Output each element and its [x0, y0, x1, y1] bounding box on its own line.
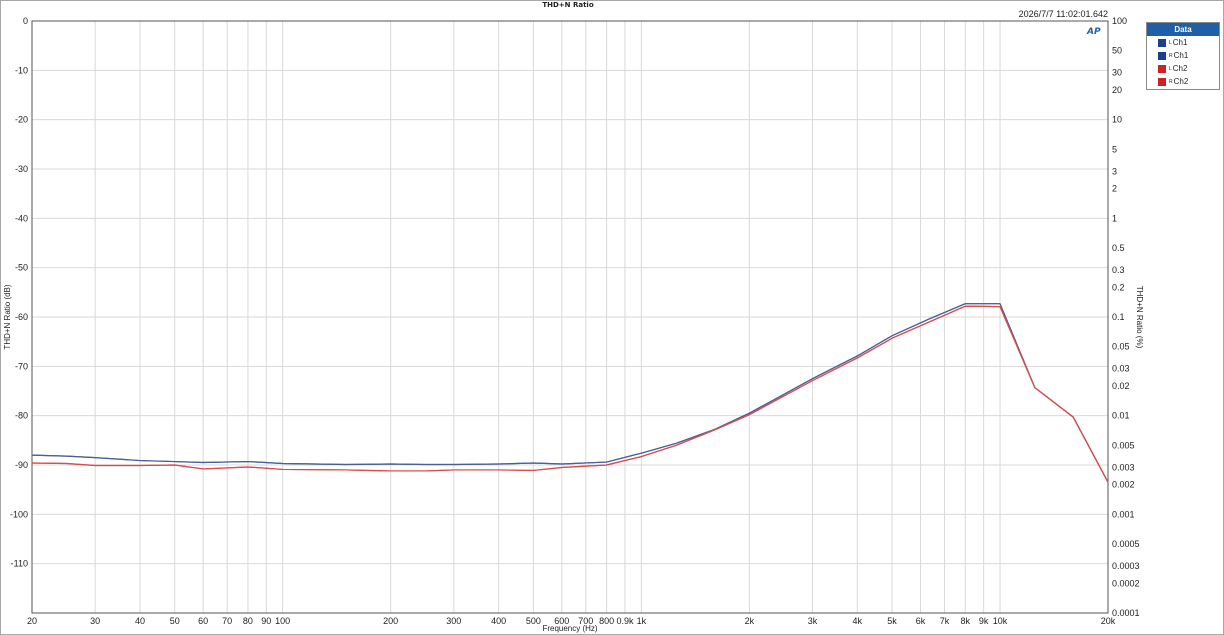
y-tick-label: -30 [15, 164, 28, 174]
x-tick-label: 70 [222, 616, 232, 626]
y2-tick-label: 0.005 [1112, 440, 1135, 450]
y-tick-label: -70 [15, 361, 28, 371]
legend-channel: R [1169, 52, 1173, 59]
y2-tick-label: 100 [1112, 16, 1127, 26]
x-tick-label: 3k [808, 616, 818, 626]
x-tick-label: 60 [198, 616, 208, 626]
x-tick-label: 1k [637, 616, 647, 626]
y-tick-labels: 0 -10 -20 -30 -40 -50 -60 -70 -80 -90 -100 -110 [10, 16, 28, 569]
y2-tick-label: 0.002 [1112, 480, 1135, 490]
x-tick-label: 400 [491, 616, 506, 626]
y2-tick-label: 0.5 [1112, 243, 1125, 253]
x-tick-label: 0.9k [616, 616, 634, 626]
y2-tick-label: 1 [1112, 213, 1117, 223]
y-tick-label: -60 [15, 312, 28, 322]
legend-swatch [1158, 38, 1166, 47]
x-tick-label: 800 [599, 616, 614, 626]
legend-swatch [1158, 64, 1166, 73]
y2-tick-label: 10 [1112, 115, 1122, 125]
legend-channel: R [1169, 78, 1173, 85]
series-line-4 [31, 305, 1109, 483]
legend-item[interactable]: L Ch2 [1147, 62, 1219, 75]
y-grid [32, 20, 1108, 565]
series-line-2 [31, 303, 1109, 483]
y-tick-label: 0 [23, 16, 28, 26]
y2-tick-label: 0.0002 [1112, 578, 1140, 588]
y2-tick-label: 30 [1112, 68, 1122, 78]
y-tick-label: -80 [15, 411, 28, 421]
x-tick-label: 10k [993, 616, 1008, 626]
x-tick-label: 200 [383, 616, 398, 626]
x-tick-label: 500 [526, 616, 541, 626]
legend[interactable]: Data L Ch1 R Ch1 L Ch2 R Ch2 [1146, 22, 1220, 90]
legend-label: Ch1 [1173, 51, 1189, 60]
y2-tick-label: 50 [1112, 46, 1122, 56]
series-line-3 [31, 305, 1109, 483]
y-axis-title: THD+N Ratio (dB) [3, 284, 12, 349]
x-tick-label: 30 [90, 616, 100, 626]
x-tick-label: 6k [916, 616, 926, 626]
x-tick-label: 40 [135, 616, 145, 626]
y2-tick-label: 0.001 [1112, 509, 1135, 519]
legend-channel: L [1169, 65, 1172, 72]
legend-label: Ch2 [1173, 77, 1189, 86]
y2-tick-label: 2 [1112, 184, 1117, 194]
x-tick-label: 5k [887, 616, 897, 626]
y2-tick-label: 0.0003 [1112, 561, 1140, 571]
y-tick-label: -100 [10, 509, 28, 519]
x-tick-label: 20 [27, 616, 37, 626]
x-tick-label: 7k [940, 616, 950, 626]
x-tick-label: 9k [979, 616, 989, 626]
y2-tick-label: 0.003 [1112, 462, 1135, 472]
legend-channel: L [1169, 39, 1172, 46]
y2-tick-label: 0.2 [1112, 282, 1125, 292]
y-tick-label: -110 [11, 559, 28, 569]
y2-tick-label: 0.0005 [1112, 539, 1140, 549]
chart-title: THD+N Ratio [542, 1, 593, 9]
y2-tick-label: 0.03 [1112, 364, 1130, 374]
x-axis-title: Frequency (Hz) [542, 624, 597, 633]
y-tick-label: -40 [15, 213, 28, 223]
y2-tick-label: 0.0001 [1112, 608, 1140, 618]
y-tick-label: -90 [15, 460, 28, 470]
y2-tick-label: 0.01 [1112, 411, 1130, 421]
series-line-1 [31, 303, 1109, 483]
y2-tick-label: 0.05 [1112, 342, 1130, 352]
x-tick-label: 300 [446, 616, 461, 626]
ap-logo: AP [1087, 27, 1101, 37]
legend-item[interactable]: R Ch1 [1147, 49, 1219, 62]
x-tick-label: 50 [170, 616, 180, 626]
legend-item[interactable]: L Ch1 [1147, 36, 1219, 49]
y2-tick-label: 0.02 [1112, 381, 1130, 391]
y2-axis-title: THD+N Ratio (%) [1135, 286, 1144, 349]
x-tick-label: 2k [745, 616, 755, 626]
x-tick-label: 80 [243, 616, 253, 626]
thd-n-chart: 20 30 40 50 60 70 80 90 100 200 300 400 500 600 700 800… [0, 0, 1224, 635]
x-tick-label: 90 [261, 616, 271, 626]
series-layer [31, 303, 1109, 483]
x-tick-label: 4k [853, 616, 863, 626]
legend-header: Data [1147, 23, 1219, 36]
legend-item[interactable]: R Ch2 [1147, 75, 1219, 88]
x-tick-label: 100 [275, 616, 290, 626]
y2-tick-label: 0.1 [1112, 312, 1125, 322]
legend-label: Ch2 [1172, 64, 1188, 73]
y-tick-label: -50 [15, 263, 28, 273]
y-tick-label: -20 [15, 115, 28, 125]
y2-tick-label: 0.3 [1112, 265, 1125, 275]
y-tick-label: -10 [15, 65, 28, 75]
legend-label: Ch1 [1172, 38, 1188, 47]
x-tick-label: 8k [961, 616, 971, 626]
legend-swatch [1158, 77, 1166, 86]
y2-tick-label: 3 [1112, 166, 1117, 176]
y2-tick-label: 20 [1112, 85, 1122, 95]
timestamp: 2026/7/7 11:02:01.642 [1019, 9, 1108, 19]
legend-swatch [1158, 51, 1166, 60]
y2-tick-label: 5 [1112, 144, 1117, 154]
